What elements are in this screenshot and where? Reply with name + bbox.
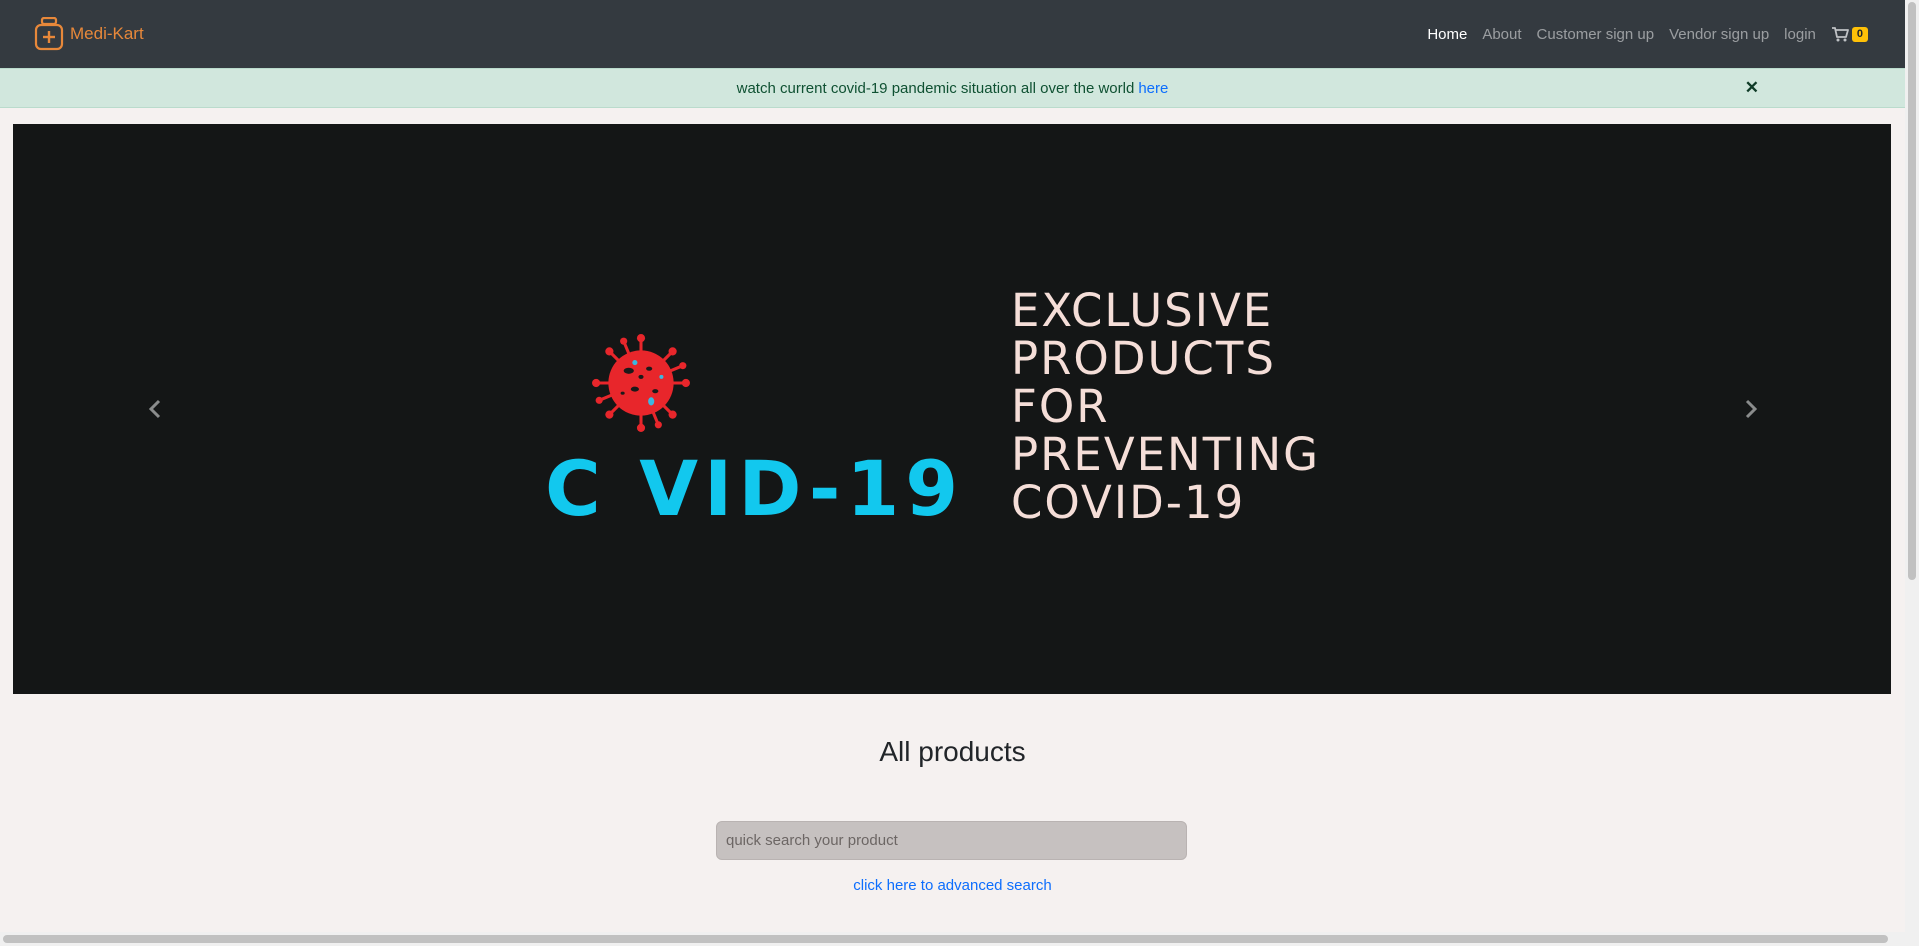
brand-link[interactable]: Medi-Kart [34, 17, 144, 51]
carousel-next-button[interactable] [1736, 394, 1766, 424]
vertical-scrollbar-thumb[interactable] [1908, 2, 1916, 580]
medicine-bottle-icon [34, 17, 64, 51]
nav-home[interactable]: Home [1427, 26, 1467, 43]
headline-line: COVID-19 [1011, 476, 1246, 529]
cart-button[interactable]: 0 [1831, 26, 1868, 42]
virus-icon [592, 334, 690, 432]
hero-carousel: C VID-19 EXCLUSIVE PRODUCTS FOR PREVENTI… [13, 124, 1891, 694]
vertical-scrollbar[interactable] [1905, 0, 1919, 932]
alert-here-link[interactable]: here [1138, 80, 1168, 97]
nav-customer-signup[interactable]: Customer sign up [1537, 26, 1655, 43]
covid-19-wordmark: C VID-19 [545, 444, 965, 533]
carousel-slide: C VID-19 EXCLUSIVE PRODUCTS FOR PREVENTI… [13, 124, 1891, 694]
cart-icon [1831, 27, 1849, 42]
headline-line: PRODUCTS [1011, 332, 1276, 385]
headline-line: EXCLUSIVE [1011, 284, 1274, 337]
nav-vendor-signup[interactable]: Vendor sign up [1669, 26, 1769, 43]
cart-count-badge: 0 [1851, 26, 1868, 42]
headline-line: PREVENTING [1011, 428, 1321, 481]
all-products-heading: All products [879, 736, 1026, 767]
advanced-search-link: click here to advanced search [0, 877, 1905, 894]
quick-search-input[interactable] [716, 821, 1187, 860]
nav-login[interactable]: login [1784, 26, 1816, 43]
horizontal-scrollbar[interactable] [0, 932, 1919, 946]
close-icon[interactable]: ✕ [1745, 79, 1759, 97]
chevron-left-icon [148, 399, 161, 419]
horizontal-scrollbar-thumb[interactable] [3, 935, 1888, 943]
headline-line: FOR [1011, 380, 1110, 433]
advanced-search-link-text[interactable]: click here to advanced search [853, 877, 1051, 894]
nav-links: Home About Customer sign up Vendor sign … [1427, 26, 1868, 43]
chevron-right-icon [1745, 399, 1758, 419]
nav-about[interactable]: About [1482, 26, 1521, 43]
carousel-prev-button[interactable] [140, 394, 170, 424]
brand-name: Medi-Kart [70, 24, 144, 43]
alert-text: watch current covid-19 pandemic situatio… [736, 79, 1135, 97]
covid-alert: watch current covid-19 pandemic situatio… [0, 68, 1905, 108]
slide-headline: EXCLUSIVE PRODUCTS FOR PREVENTING COVID-… [1011, 287, 1411, 527]
top-navbar: Medi-Kart Home About Customer sign up Ve… [0, 0, 1905, 68]
